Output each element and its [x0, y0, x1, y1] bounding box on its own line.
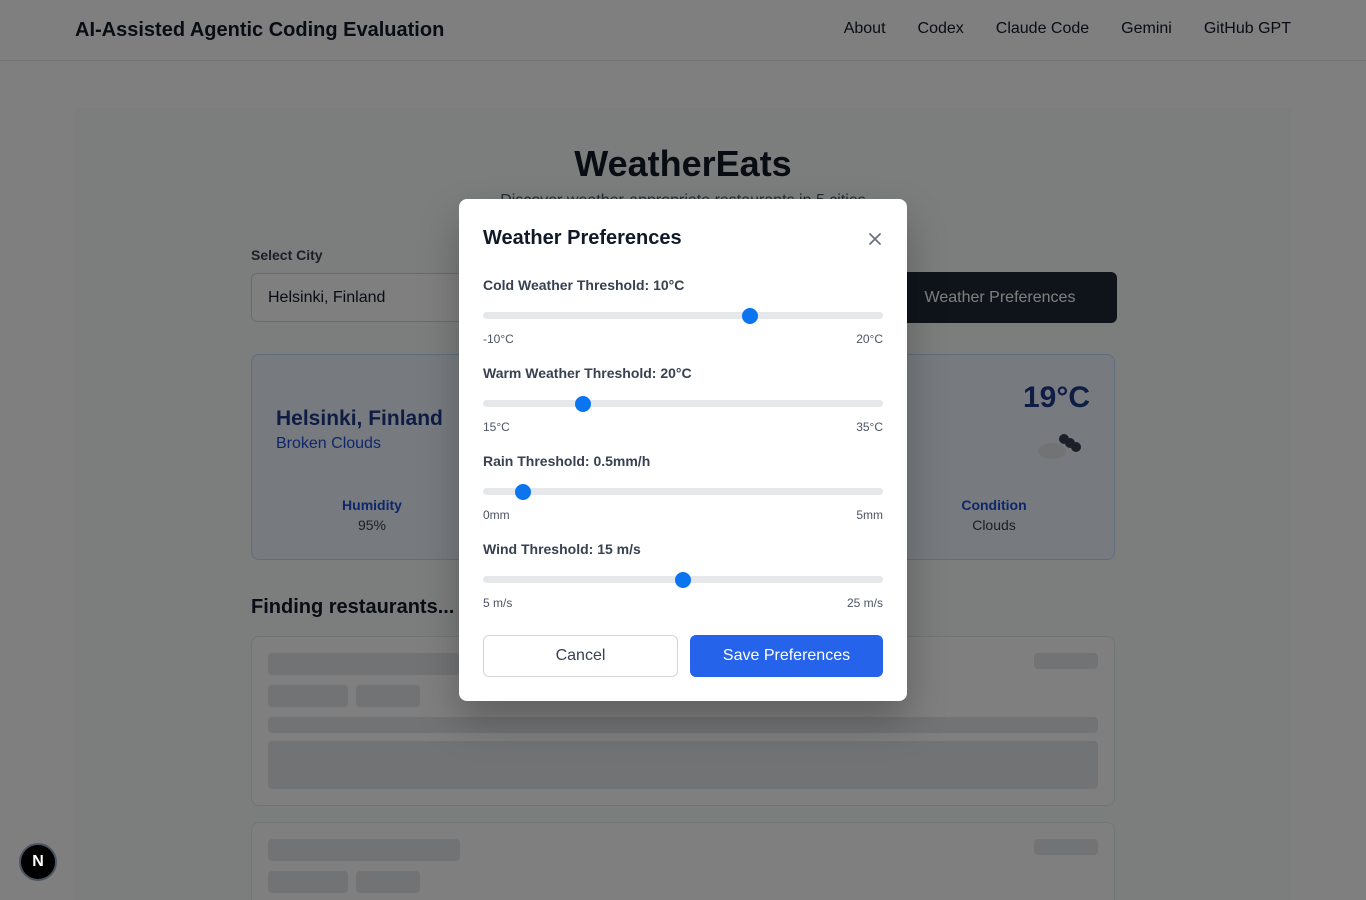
wind-threshold-max: 25 m/s [846, 596, 883, 610]
warm-threshold-min: 15°C [483, 420, 510, 434]
warm-threshold-thumb[interactable] [575, 396, 591, 412]
warm-threshold-label: Warm Weather Threshold: 20°C [483, 365, 692, 381]
modal-title: Weather Preferences [483, 227, 682, 249]
nextjs-badge-letter: N [32, 853, 44, 870]
cold-threshold-track[interactable] [483, 312, 883, 319]
close-icon[interactable] [867, 231, 883, 247]
warm-threshold-slider-block: Warm Weather Threshold: 20°C 15°C 35°C [483, 365, 883, 435]
rain-threshold-min: 0mm [483, 508, 510, 522]
cold-threshold-min: -10°C [483, 332, 514, 346]
cold-threshold-slider-block: Cold Weather Threshold: 10°C -10°C 20°C [483, 277, 883, 347]
rain-threshold-max: 5mm [856, 508, 883, 522]
warm-threshold-max: 35°C [856, 420, 883, 434]
rain-threshold-label: Rain Threshold: 0.5mm/h [483, 453, 651, 469]
nextjs-badge[interactable]: N [19, 843, 57, 881]
rain-threshold-slider-block: Rain Threshold: 0.5mm/h 0mm 5mm [483, 453, 883, 523]
save-preferences-button[interactable]: Save Preferences [690, 635, 883, 677]
cancel-button[interactable]: Cancel [483, 635, 678, 677]
wind-threshold-label: Wind Threshold: 15 m/s [483, 541, 641, 557]
cold-threshold-thumb[interactable] [741, 308, 758, 324]
weather-preferences-modal: Weather Preferences Cold Weather Thresho… [459, 199, 907, 701]
cold-threshold-max: 20°C [856, 332, 883, 346]
rain-threshold-thumb[interactable] [515, 484, 531, 500]
rain-threshold-track[interactable] [483, 488, 883, 495]
cold-threshold-label: Cold Weather Threshold: 10°C [483, 277, 685, 293]
wind-threshold-thumb[interactable] [675, 572, 691, 588]
warm-threshold-track[interactable] [483, 400, 883, 407]
wind-threshold-min: 5 m/s [483, 596, 513, 610]
wind-threshold-slider-block: Wind Threshold: 15 m/s 5 m/s 25 m/s [483, 541, 883, 611]
